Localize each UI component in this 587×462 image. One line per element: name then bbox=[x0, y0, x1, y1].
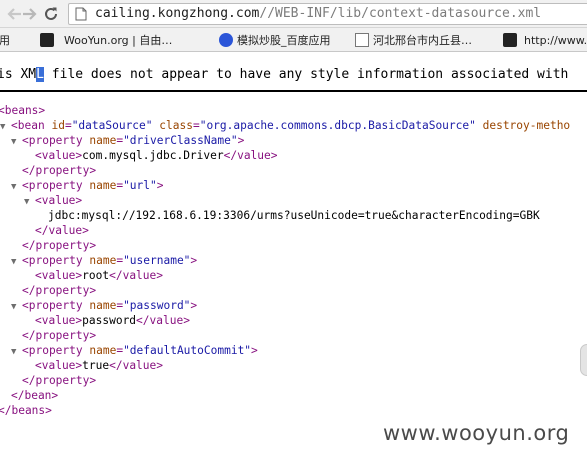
page-icon bbox=[355, 33, 369, 47]
watermark-text: www.wooyun.org bbox=[383, 421, 570, 445]
address-bar[interactable]: cailing.kongzhong.com//WEB-INF/lib/conte… bbox=[68, 3, 587, 25]
bookmark-baidu-stock[interactable]: 模拟炒股_百度应用 bbox=[219, 32, 331, 48]
bookmark-label: http://www. bbox=[524, 33, 587, 47]
beans-open-tag[interactable]: <beans> bbox=[0, 103, 45, 118]
attr-value: "driverClassName" bbox=[123, 134, 238, 147]
equals: = bbox=[64, 119, 72, 132]
attr-value: "url" bbox=[123, 179, 157, 192]
attr-name: id bbox=[51, 119, 65, 132]
attr-value: "defaultAutoCommit" bbox=[123, 344, 252, 357]
info-text-after: file does not appear to have any style i… bbox=[43, 67, 569, 82]
text-selection: L bbox=[36, 67, 44, 82]
tag-text: </beans> bbox=[0, 404, 52, 417]
collapse-triangle-icon[interactable]: ▼ bbox=[24, 195, 32, 210]
page-icon bbox=[75, 7, 87, 21]
collapse-triangle-icon[interactable]: ▼ bbox=[11, 180, 19, 195]
url-path: //WEB-INF/lib/context-datasource.xml bbox=[259, 6, 542, 21]
value-text: root bbox=[82, 269, 110, 282]
tag-text: <property bbox=[22, 254, 90, 267]
beans-close-tag: </beans> bbox=[0, 403, 52, 418]
bookmark-http[interactable]: http://www. bbox=[503, 32, 587, 48]
property-close-tag: </property> bbox=[22, 374, 97, 387]
bookmark-apps[interactable]: 应用 bbox=[0, 32, 10, 48]
attr-name: name bbox=[89, 254, 117, 267]
property-close-tag: </property> bbox=[22, 329, 97, 342]
bean-close-tag: </bean> bbox=[11, 388, 58, 403]
bookmark-label: 模拟炒股_百度应用 bbox=[237, 34, 331, 47]
value-text: password bbox=[82, 314, 137, 327]
attr-name: name bbox=[89, 344, 117, 357]
tag-text: > bbox=[237, 134, 245, 147]
bookmark-hebei[interactable]: 河北邢台市内丘县… bbox=[355, 32, 472, 48]
tag-text: <property bbox=[22, 179, 90, 192]
forward-button[interactable] bbox=[18, 3, 40, 25]
tag-text: > bbox=[190, 254, 198, 267]
tag-text: > bbox=[156, 179, 164, 192]
value-element: <value>password</value> bbox=[35, 314, 190, 327]
bookmark-wooyun[interactable]: WooYun.org | 自由… bbox=[40, 32, 172, 48]
tag-text: <property bbox=[22, 299, 90, 312]
attr-name: destroy-metho bbox=[482, 119, 571, 132]
side-scroll-handle[interactable] bbox=[580, 344, 587, 376]
attr-value: "password" bbox=[123, 299, 191, 312]
info-text-before: is bbox=[0, 67, 13, 82]
collapse-triangle-icon[interactable]: ▼ bbox=[11, 345, 19, 360]
value-text: com.mysql.jdbc.Driver bbox=[82, 149, 224, 162]
xml-info-message: is XML file does not appear to have any … bbox=[0, 62, 587, 92]
baidu-paw-icon bbox=[219, 33, 233, 47]
collapse-triangle-icon[interactable]: ▼ bbox=[0, 120, 8, 135]
url-host: cailing.kongzhong.com bbox=[95, 6, 260, 21]
attr-name: name bbox=[89, 299, 117, 312]
info-text: is XML file does not appear to have any … bbox=[0, 67, 568, 82]
collapse-triangle-icon[interactable]: ▼ bbox=[11, 135, 19, 150]
value-element: <value>com.mysql.jdbc.Driver</value> bbox=[35, 149, 278, 162]
tag-name: bean bbox=[17, 119, 45, 132]
equals: = bbox=[192, 119, 200, 132]
bookmark-label: 河北邢台市内丘县… bbox=[373, 34, 472, 47]
property-close-tag: </property> bbox=[22, 284, 97, 297]
info-text-xm: XM bbox=[20, 67, 37, 82]
value-element: <value>true</value> bbox=[35, 359, 163, 372]
property-open-tag[interactable]: ▼ <property name="url"> bbox=[11, 178, 164, 193]
property-close-tag: </property> bbox=[22, 239, 97, 252]
attr-value: "username" bbox=[123, 254, 191, 267]
attr-name: name bbox=[89, 134, 117, 147]
property-close-tag: </property> bbox=[22, 164, 97, 177]
attr-value: "org.apache.commons.dbcp.BasicDataSource… bbox=[199, 119, 476, 132]
tag-text: <property bbox=[22, 134, 90, 147]
bookmark-label: WooYun.org | 自由… bbox=[64, 34, 173, 47]
value-close-tag: </value> bbox=[35, 224, 89, 237]
bean-open-tag[interactable]: ▼ <bean id="dataSource" class="org.apache… bbox=[0, 118, 570, 133]
tag-text: </bean> bbox=[11, 389, 59, 402]
collapse-triangle-icon[interactable]: ▼ bbox=[11, 300, 19, 315]
attr-name: class bbox=[159, 119, 193, 132]
value-text-url: jdbc:mysql://192.168.6.19:3306/urms?useU… bbox=[48, 208, 540, 223]
bookmarks-bar: 应用 WooYun.org | 自由… 模拟炒股_百度应用 河北邢台市内丘县… … bbox=[0, 28, 587, 52]
value-text: jdbc:mysql://192.168.6.19:3306/urms?useU… bbox=[48, 209, 540, 222]
wooyun-icon bbox=[503, 33, 517, 47]
tag-text: <property bbox=[22, 344, 90, 357]
property-open-tag[interactable]: ▼ <property name="driverClassName"> bbox=[11, 133, 244, 148]
value-element: <value>root</value> bbox=[35, 269, 163, 282]
attr-name: name bbox=[89, 179, 117, 192]
value-open-tag[interactable]: ▼ <value> bbox=[24, 193, 82, 208]
value-text: true bbox=[82, 359, 110, 372]
property-open-tag[interactable]: ▼ <property name="defaultAutoCommit"> bbox=[11, 343, 258, 358]
reload-icon bbox=[45, 7, 57, 20]
tag-text: > bbox=[190, 299, 198, 312]
collapse-triangle-icon[interactable]: ▼ bbox=[11, 255, 19, 270]
property-open-tag[interactable]: ▼ <property name="username"> bbox=[11, 253, 197, 268]
bookmark-label: 应用 bbox=[0, 34, 10, 47]
wooyun-icon bbox=[40, 33, 54, 47]
browser-toolbar: cailing.kongzhong.com//WEB-INF/lib/conte… bbox=[0, 0, 587, 28]
tag-text: > bbox=[251, 344, 258, 357]
attr-value: "dataSource" bbox=[71, 119, 153, 132]
tag-text: <beans> bbox=[0, 104, 46, 117]
tag-text: <bean bbox=[11, 119, 45, 132]
forward-arrow-icon bbox=[23, 8, 37, 20]
property-open-tag[interactable]: ▼ <property name="password"> bbox=[11, 298, 197, 313]
url-text: cailing.kongzhong.com//WEB-INF/lib/conte… bbox=[95, 6, 541, 21]
reload-button[interactable] bbox=[40, 3, 62, 25]
